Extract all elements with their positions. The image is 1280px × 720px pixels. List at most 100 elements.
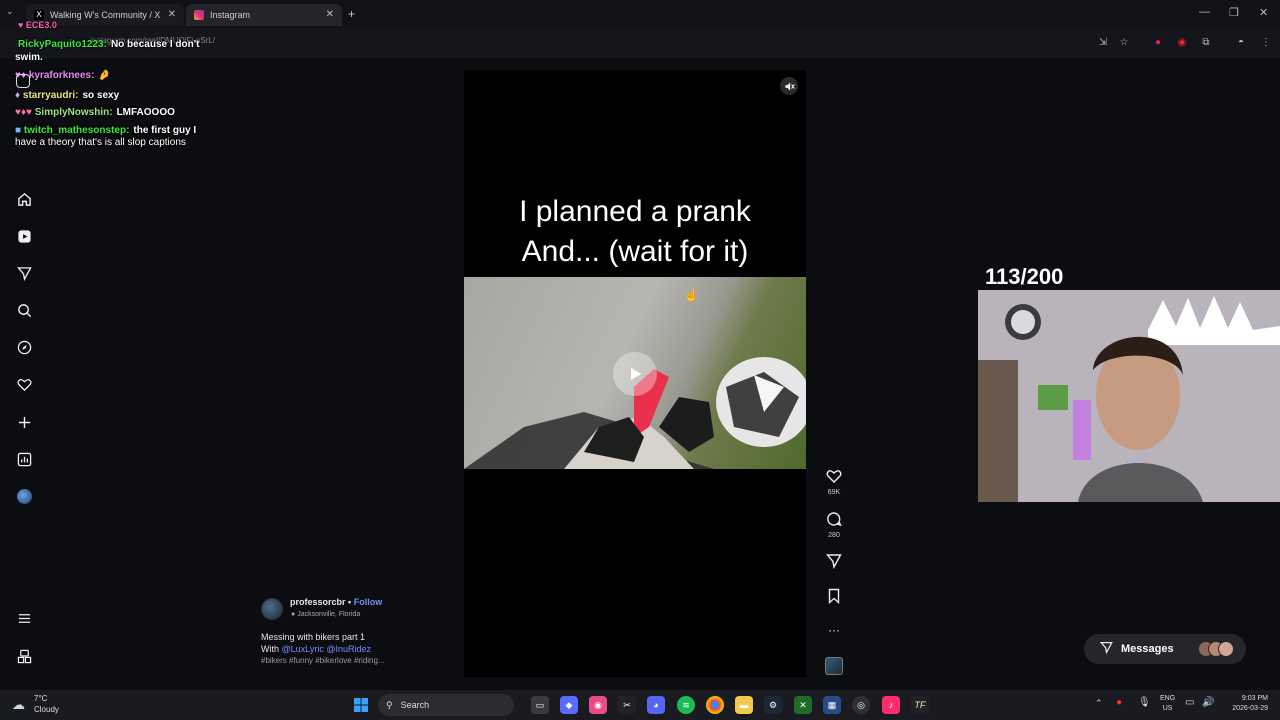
like-button[interactable]	[824, 468, 844, 489]
like-count: 69K	[827, 489, 841, 496]
chrome-icon[interactable]	[706, 696, 724, 714]
chat-message-continued: have a theory that's is all slop caption…	[15, 136, 186, 149]
instagram-logo-icon	[194, 10, 204, 20]
app-icon-pink[interactable]: ◉	[589, 696, 607, 714]
file-explorer-icon[interactable]: ▬	[735, 696, 753, 714]
chat-text: LMFAOOOO	[116, 107, 175, 118]
install-app-icon[interactable]: ⇲	[1096, 35, 1110, 49]
bookmark-star-icon[interactable]: ☆	[1117, 35, 1131, 49]
author-username[interactable]: professorcbr	[290, 597, 346, 607]
discord-icon[interactable]: ◕	[647, 696, 665, 714]
minimize-icon[interactable]: —	[1199, 6, 1210, 18]
capcut-icon[interactable]: ✂	[618, 696, 636, 714]
copilot-icon[interactable]: ◆	[560, 696, 578, 714]
post-mentions[interactable]: @LuxLyric @InuRidez	[282, 644, 371, 654]
task-view-icon[interactable]: ▭	[531, 696, 549, 714]
search-icon[interactable]	[16, 302, 32, 318]
audio-thumbnail[interactable]	[825, 657, 843, 675]
chat-badge-icon: ■	[15, 125, 24, 136]
plus-icon[interactable]: +	[348, 7, 355, 21]
dashboard-icon[interactable]	[16, 451, 32, 467]
post-author-line: professorcbr • Follow	[290, 597, 382, 607]
tray-app-icon[interactable]: ●	[1116, 697, 1122, 708]
mouse-cursor-icon: ☝	[684, 288, 699, 302]
instagram-logo-icon[interactable]	[16, 74, 30, 88]
chat-text: so sexy	[82, 90, 120, 101]
network-icon[interactable]: ▭	[1185, 697, 1194, 708]
muted-icon[interactable]	[780, 77, 798, 95]
clock[interactable]: 9:03 PM 2026-03-29	[1224, 694, 1268, 714]
comment-button[interactable]	[824, 511, 844, 532]
reels-icon[interactable]	[16, 228, 32, 244]
play-button[interactable]	[613, 352, 657, 396]
author-avatar[interactable]	[261, 598, 283, 620]
language-indicator[interactable]: ENG US	[1160, 694, 1175, 714]
chat-username: kyraforknees:	[28, 70, 95, 81]
post-hashtags[interactable]: #bikers #funny #bikerlove #riding...	[261, 656, 385, 665]
post-caption: Messing with bikers part 1	[261, 632, 366, 642]
tray-overflow-icon[interactable]: ⌃	[1095, 698, 1103, 709]
location-pin-icon: ●	[291, 611, 296, 618]
more-options-icon[interactable]: ···	[824, 622, 844, 638]
menu-icon[interactable]	[16, 610, 32, 626]
save-button[interactable]	[824, 588, 844, 609]
obs-icon[interactable]: ◎	[852, 696, 870, 714]
chat-message: ♥♦♥ SimplyNowshin: LMFAOOOO	[15, 106, 175, 119]
messages-button[interactable]: Messages	[1084, 634, 1246, 664]
separator-dot: •	[348, 597, 352, 607]
message-avatars	[1198, 641, 1234, 657]
tab-close-icon[interactable]: ✕	[326, 9, 334, 20]
home-icon[interactable]	[16, 191, 32, 207]
app-icon-blue[interactable]: ▦	[823, 696, 841, 714]
extension-red-icon[interactable]: ●	[1151, 35, 1165, 49]
extension-adblock-icon[interactable]: ◉	[1175, 35, 1189, 49]
windows-start-icon[interactable]	[352, 696, 370, 714]
follow-button[interactable]: Follow	[354, 597, 383, 607]
xbox-icon[interactable]: ✕	[794, 696, 812, 714]
chat-text: swim.	[15, 52, 43, 63]
explore-icon[interactable]	[16, 339, 32, 355]
chat-text: No because I don't	[110, 39, 200, 50]
close-window-icon[interactable]: ✕	[1259, 6, 1268, 19]
volume-icon[interactable]: 🔊	[1202, 697, 1214, 708]
weather-widget[interactable]: ☁ 7°C Cloudy	[10, 693, 80, 717]
profile-icon[interactable]: ◓	[1234, 35, 1248, 49]
lang-line: US	[1162, 705, 1173, 712]
microphone-icon[interactable]: 🎙	[1138, 697, 1151, 708]
tab-list-button[interactable]: ⌄	[6, 6, 14, 17]
tiktok-icon[interactable]: ♪	[882, 696, 900, 714]
create-icon[interactable]	[16, 414, 32, 430]
steam-icon[interactable]: ⚙	[764, 696, 782, 714]
share-button[interactable]	[824, 553, 844, 574]
weather-temp: 7°C	[34, 694, 48, 703]
tab-label: Instagram	[210, 10, 251, 20]
location-text: Jacksonville, Florida	[297, 611, 361, 618]
emote-icon: 🤌	[98, 70, 111, 81]
tab-instagram[interactable]: Instagram ✕	[186, 4, 342, 26]
send-icon	[1099, 641, 1113, 657]
reel-caption-text: I planned a prank And... (wait for it)	[464, 192, 806, 272]
lang-line: ENG	[1160, 695, 1176, 702]
taskbar-search[interactable]: ⚲ Search	[378, 694, 514, 716]
clock-time: 9:03 PM	[1241, 695, 1268, 702]
chat-message: RickyPaquito1223: No because I don't	[18, 38, 199, 51]
chat-badge-icon: ♦	[15, 90, 23, 101]
chat-badge-icon: ♥♦♥	[15, 107, 35, 118]
weather-desc: Cloudy	[34, 705, 59, 714]
send-icon[interactable]	[16, 265, 32, 281]
maximize-icon[interactable]: ❐	[1229, 6, 1239, 19]
app-icon-tf[interactable]: TF	[911, 696, 929, 714]
clock-date: 2026-03-29	[1232, 705, 1268, 712]
browser-menu-icon[interactable]: ⋮	[1259, 35, 1273, 49]
chat-channel-label: ♥ ECE3.0	[18, 20, 57, 30]
also-from-meta-icon[interactable]	[16, 648, 32, 664]
post-location[interactable]: ● Jacksonville, Florida	[291, 611, 360, 618]
extensions-icon[interactable]: ⧉	[1199, 35, 1213, 49]
tab-close-icon[interactable]: ✕	[168, 9, 176, 20]
profile-avatar[interactable]	[16, 488, 32, 504]
heart-icon[interactable]	[16, 376, 32, 392]
chat-username: RickyPaquito1223:	[18, 39, 107, 50]
post-mentions-line: With @LuxLyric @InuRidez	[261, 644, 371, 654]
chat-username: SimplyNowshin:	[34, 107, 113, 118]
spotify-icon[interactable]: ≋	[677, 696, 695, 714]
